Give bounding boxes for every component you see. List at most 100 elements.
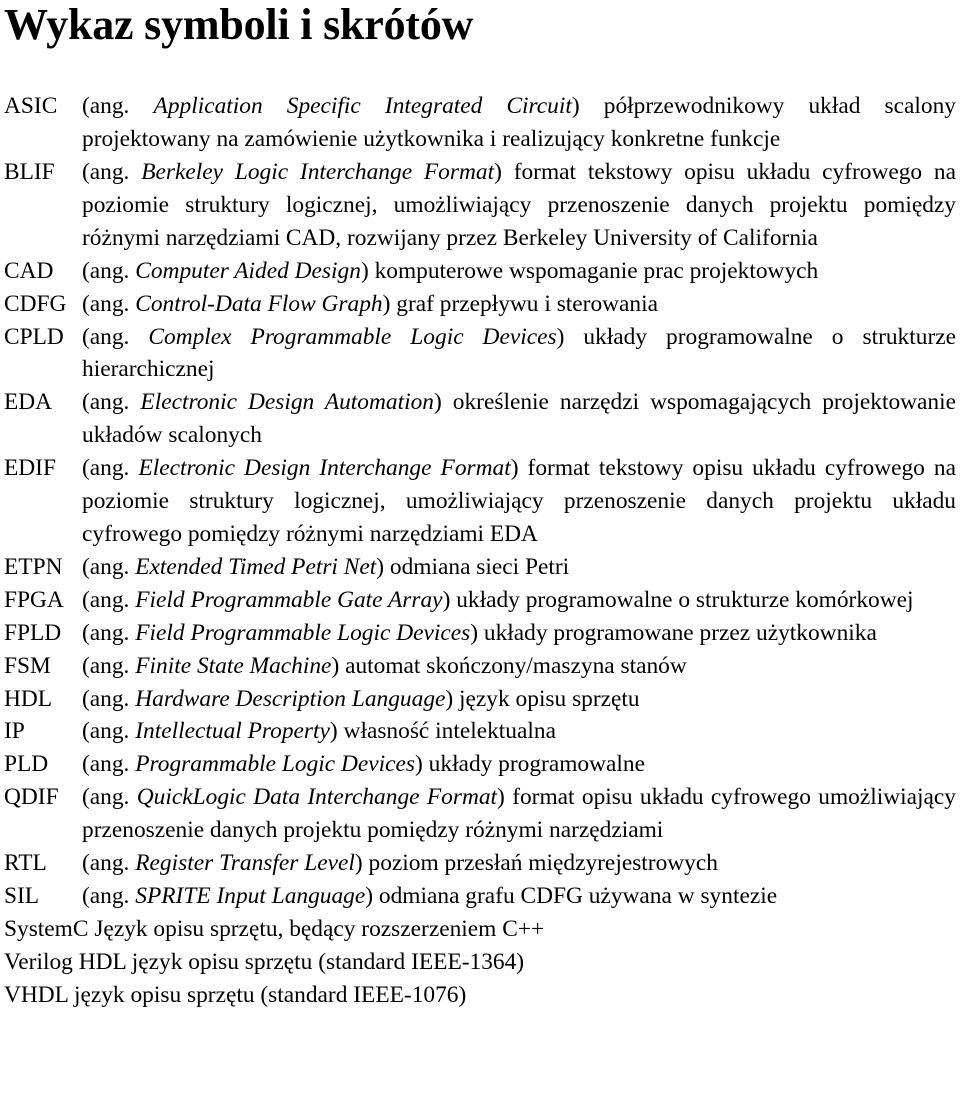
glossary-entry: RTL (ang. Register Transfer Level) poziom… xyxy=(4,847,956,880)
entry-definition: (ang. Field Programmable Logic Devices) … xyxy=(82,617,956,650)
document-page: Wykaz symboli i skrótów ASIC (ang. Applic… xyxy=(0,0,960,1103)
glossary-entry: PLD (ang. Programmable Logic Devices) ukł… xyxy=(4,748,956,781)
glossary-entry: ETPN (ang. Extended Timed Petri Net) odmi… xyxy=(4,551,956,584)
english-expansion: Control-Data Flow Graph xyxy=(135,290,383,317)
lang-suffix: ) xyxy=(329,718,344,745)
entry-definition: (ang. Complex Programmable Logic Devices… xyxy=(82,321,956,387)
polish-description: własność intelektualna xyxy=(343,718,556,745)
entry-term: VHDL xyxy=(4,981,69,1008)
entry-definition: (ang. Extended Timed Petri Net) odmiana … xyxy=(82,551,956,584)
entry-definition: (ang. Computer Aided Design) komputerowe… xyxy=(82,255,956,288)
lang-suffix: ) xyxy=(331,652,346,679)
entry-term: CAD xyxy=(4,257,54,284)
entry-term: RTL xyxy=(4,850,47,877)
entry-term: FSM xyxy=(4,652,51,679)
glossary-entry: SystemC Język opisu sprzętu, będący rozs… xyxy=(4,913,956,946)
polish-description: odmiana grafu CDFG używana w syntezie xyxy=(378,882,778,909)
english-expansion: Computer Aided Design xyxy=(135,257,361,284)
entry-definition: (ang. Electronic Design Interchange Form… xyxy=(82,452,956,551)
lang-suffix: ) xyxy=(382,290,397,317)
lang-prefix: (ang. xyxy=(82,93,154,120)
entry-definition: język opisu sprzętu (standard IEEE-1364) xyxy=(126,949,524,975)
polish-description: graf przepływu i sterowania xyxy=(396,290,659,317)
glossary-list: ASIC (ang. Application Specific Integrate… xyxy=(0,90,960,1011)
lang-suffix: ) xyxy=(442,586,457,613)
lang-suffix: ) xyxy=(470,619,484,646)
polish-description: automat skończony/maszyna stanów xyxy=(345,652,687,679)
entry-term: PLD xyxy=(4,751,49,778)
entry-term: SystemC xyxy=(4,915,89,942)
lang-suffix: ) xyxy=(360,257,375,284)
entry-term: IP xyxy=(4,718,25,745)
entry-definition: (ang. Programmable Logic Devices) układy… xyxy=(82,748,956,781)
lang-suffix: ) xyxy=(415,751,429,778)
entry-definition: (ang. Hardware Description Language) jęz… xyxy=(82,683,956,716)
glossary-entry: HDL (ang. Hardware Description Language) … xyxy=(4,683,956,716)
entry-term: EDA xyxy=(4,389,53,416)
entry-term: EDIF xyxy=(4,455,56,482)
polish-description: Język opisu sprzętu, będący rozszerzenie… xyxy=(88,915,545,942)
english-expansion: Register Transfer Level xyxy=(135,850,355,877)
polish-description: język opisu sprzętu xyxy=(459,685,640,712)
entry-term: HDL xyxy=(4,685,53,712)
english-expansion: Field Programmable Logic Devices xyxy=(135,619,471,646)
entry-term: BLIF xyxy=(4,159,55,185)
lang-suffix: ) xyxy=(445,685,460,712)
polish-description: odmiana sieci Petri xyxy=(389,553,570,580)
lang-suffix: ) xyxy=(494,159,514,185)
lang-prefix: (ang. xyxy=(82,685,136,712)
entry-term: CDFG xyxy=(4,290,67,317)
entry-definition: (ang. SPRITE Input Language) odmiana gra… xyxy=(82,880,956,913)
glossary-entry: SIL (ang. SPRITE Input Language) odmiana … xyxy=(4,880,956,913)
entry-definition: (ang. Field Programmable Gate Array) ukł… xyxy=(82,584,956,617)
lang-prefix: (ang. xyxy=(82,586,136,613)
lang-prefix: (ang. xyxy=(82,751,136,778)
entry-term: ETPN xyxy=(4,553,63,580)
lang-prefix: (ang. xyxy=(82,290,136,317)
lang-prefix: (ang. xyxy=(82,619,136,646)
lang-prefix: (ang. xyxy=(82,784,137,811)
glossary-entry: CAD (ang. Computer Aided Design) komputer… xyxy=(4,255,956,288)
polish-description: poziom przesłań międzyrejestrowych xyxy=(368,850,718,877)
lang-suffix: ) xyxy=(433,389,453,416)
english-expansion: SPRITE Input Language xyxy=(135,882,366,909)
entry-definition: (ang. Control-Data Flow Graph) graf prze… xyxy=(82,288,956,321)
entry-term: FPGA xyxy=(4,586,64,613)
glossary-entry: VHDL język opisu sprzętu (standard IEEE-… xyxy=(4,979,956,1012)
lang-prefix: (ang. xyxy=(82,257,136,284)
polish-description: język opisu sprzętu (standard IEEE-1076) xyxy=(68,981,467,1008)
lang-prefix: (ang. xyxy=(82,882,136,909)
title-spacer xyxy=(0,48,960,90)
lang-prefix: (ang. xyxy=(82,553,136,580)
glossary-entry: Verilog HDL język opisu sprzętu (standar… xyxy=(4,946,956,979)
english-expansion: Extended Timed Petri Net xyxy=(135,553,377,580)
lang-suffix: ) xyxy=(365,882,379,909)
entry-term: ASIC xyxy=(4,93,58,120)
entry-definition: (ang. Finite State Machine) automat skoń… xyxy=(82,650,956,683)
english-expansion: Finite State Machine xyxy=(135,652,332,679)
english-expansion: Intellectual Property xyxy=(135,718,330,745)
entry-definition: (ang. Berkeley Logic Interchange Format)… xyxy=(82,156,956,255)
entry-term: SIL xyxy=(4,882,40,909)
lang-prefix: (ang. xyxy=(82,652,136,679)
glossary-entry: CDFG (ang. Control-Data Flow Graph) graf … xyxy=(4,288,956,321)
entry-definition: (ang. QuickLogic Data Interchange Format… xyxy=(82,781,956,847)
english-expansion: QuickLogic Data Interchange Format xyxy=(136,784,498,811)
english-expansion: Hardware Description Language xyxy=(135,685,446,712)
glossary-entry: ASIC (ang. Application Specific Integrate… xyxy=(4,90,956,156)
lang-suffix: ) xyxy=(354,850,369,877)
glossary-entry: IP (ang. Intellectual Property) własność … xyxy=(4,715,956,748)
lang-prefix: (ang. xyxy=(82,455,139,482)
entry-definition: (ang. Intellectual Property) własność in… xyxy=(82,715,956,748)
english-expansion: Complex Programmable Logic Devices xyxy=(148,323,557,350)
english-expansion: Application Specific Integrated Circuit xyxy=(153,93,572,120)
glossary-entry: FPLD (ang. Field Programmable Logic Devic… xyxy=(4,617,956,650)
glossary-entry: EDA (ang. Electronic Design Automation) o… xyxy=(4,386,956,452)
glossary-entry: FSM (ang. Finite State Machine) automat s… xyxy=(4,650,956,683)
lang-suffix: ) xyxy=(571,93,604,120)
lang-prefix: (ang. xyxy=(82,323,149,350)
lang-prefix: (ang. xyxy=(82,389,141,416)
entry-term: QDIF xyxy=(4,784,59,811)
lang-suffix: ) xyxy=(497,784,513,811)
polish-description: układy programowane przez użytkownika xyxy=(483,619,877,646)
